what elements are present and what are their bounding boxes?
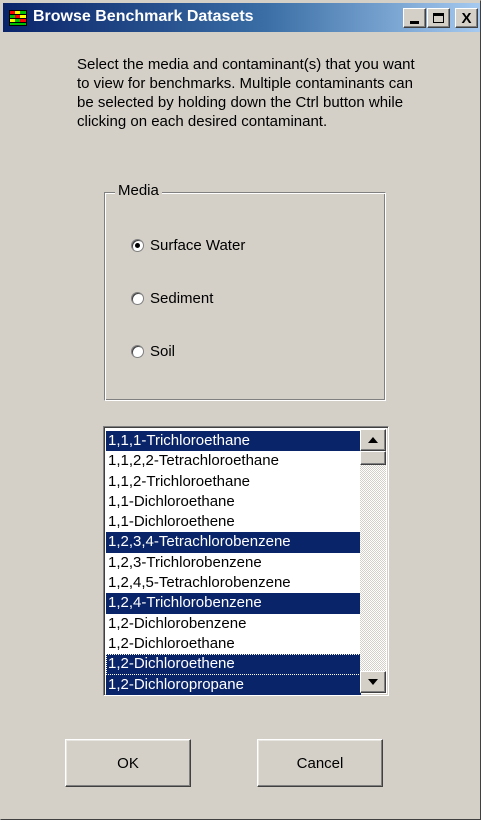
list-item[interactable]: 1,1,2-Trichloroethane [106,472,361,492]
dialog-window: Browse Benchmark Datasets X Select the m… [0,0,481,820]
maximize-button[interactable] [427,8,450,28]
cancel-button[interactable]: Cancel [257,739,383,787]
list-item[interactable]: 1,2-Dichloroethene [106,654,361,675]
contaminant-listbox[interactable]: 1,1,1-Trichloroethane 1,1,2,2-Tetrachlor… [103,426,389,696]
list-item[interactable]: 1,2,3-Trichlorobenzene [106,553,361,573]
scroll-down-button[interactable] [360,671,386,693]
media-legend: Media [115,182,162,199]
list-item[interactable]: 1,1,2,2-Tetrachloroethane [106,451,361,471]
maximize-icon [433,13,444,23]
title-bar[interactable]: Browse Benchmark Datasets X [3,3,480,32]
minimize-button[interactable] [403,8,426,28]
arrow-down-icon [368,679,378,685]
scroll-thumb[interactable] [360,451,386,465]
radio-label[interactable]: Sediment [150,290,213,307]
arrow-up-icon [368,437,378,443]
list-item[interactable]: 1,2-Dichloroethane [106,634,361,654]
radio-soil[interactable]: Soil [131,343,175,360]
contaminant-list: 1,1,1-Trichloroethane 1,1,2,2-Tetrachlor… [106,431,361,695]
list-item[interactable]: 1,2,4,5-Tetrachlorobenzene [106,573,361,593]
list-item[interactable]: 1,1,1-Trichloroethane [106,431,361,452]
radio-label[interactable]: Surface Water [150,237,245,254]
window-title: Browse Benchmark Datasets [33,8,254,25]
list-item[interactable]: 1,1-Dichloroethane [106,492,361,512]
radio-button-icon[interactable] [131,239,144,252]
radio-surface-water[interactable]: Surface Water [131,237,245,254]
list-item[interactable]: 1,2,4-Trichlorobenzene [106,593,361,614]
minimize-icon [410,21,419,24]
radio-sediment[interactable]: Sediment [131,290,213,307]
close-icon: X [461,9,472,27]
ok-button[interactable]: OK [65,739,191,787]
list-item[interactable]: 1,2,3,4-Tetrachlorobenzene [106,532,361,553]
vertical-scrollbar[interactable] [360,429,386,693]
media-groupbox: Media Surface Water Sediment Soil [104,182,386,401]
list-item[interactable]: 1,1-Dichloroethene [106,512,361,532]
radio-button-icon[interactable] [131,292,144,305]
instructions-text: Select the media and contaminant(s) that… [77,56,415,130]
app-icon [9,10,27,26]
list-item[interactable]: 1,2-Dichlorobenzene [106,614,361,634]
scroll-up-button[interactable] [360,429,386,451]
list-item[interactable]: 1,2-Dichloropropane [106,674,361,695]
close-button[interactable]: X [455,8,478,28]
radio-label[interactable]: Soil [150,343,175,360]
radio-button-icon[interactable] [131,345,144,358]
